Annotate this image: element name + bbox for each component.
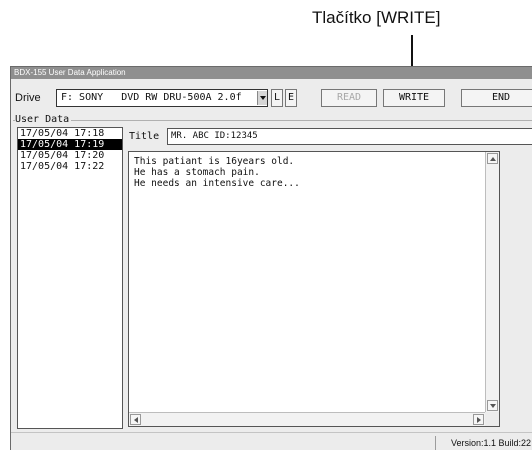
- end-button[interactable]: END: [461, 89, 532, 107]
- window-title: BDX-155 User Data Application: [11, 67, 532, 79]
- vertical-scrollbar[interactable]: [485, 152, 499, 413]
- list-item[interactable]: 17/05/04 17:22: [18, 161, 122, 172]
- scroll-corner: [485, 412, 499, 426]
- list-item-selected[interactable]: 17/05/04 17:19: [18, 139, 122, 150]
- arrow-down-icon[interactable]: [487, 400, 498, 411]
- status-bar: Version:1.1 Build:22: [11, 432, 532, 452]
- horizontal-scrollbar[interactable]: [129, 412, 485, 426]
- drive-label: Drive: [15, 92, 41, 104]
- e-button[interactable]: E: [285, 89, 297, 107]
- arrow-up-icon[interactable]: [487, 153, 498, 164]
- arrow-left-icon[interactable]: [130, 414, 141, 425]
- arrow-right-icon[interactable]: [473, 414, 484, 425]
- title-label: Title: [129, 131, 160, 142]
- chevron-down-icon[interactable]: [257, 91, 267, 105]
- memo-textarea[interactable]: This patiant is 16years old. He has a st…: [128, 151, 500, 427]
- title-field[interactable]: MR. ABC ID:12345: [167, 128, 532, 145]
- user-data-label: User Data: [15, 114, 72, 125]
- list-item[interactable]: 17/05/04 17:20: [18, 150, 122, 161]
- user-data-group-border: [13, 120, 532, 121]
- status-divider: [435, 436, 436, 450]
- read-button[interactable]: READ: [321, 89, 377, 107]
- write-button-callout-label: Tlačítko [WRITE]: [312, 8, 441, 27]
- drive-select[interactable]: F: SONY DVD RW DRU-500A 2.0f: [56, 89, 268, 107]
- l-button[interactable]: L: [271, 89, 283, 107]
- write-button[interactable]: WRITE: [383, 89, 445, 107]
- app-window: BDX-155 User Data Application Drive F: S…: [10, 66, 532, 450]
- memo-text: This patiant is 16years old. He has a st…: [134, 156, 300, 189]
- user-data-list[interactable]: 17/05/04 17:18 17/05/04 17:19 17/05/04 1…: [17, 127, 123, 429]
- list-item[interactable]: 17/05/04 17:18: [18, 128, 122, 139]
